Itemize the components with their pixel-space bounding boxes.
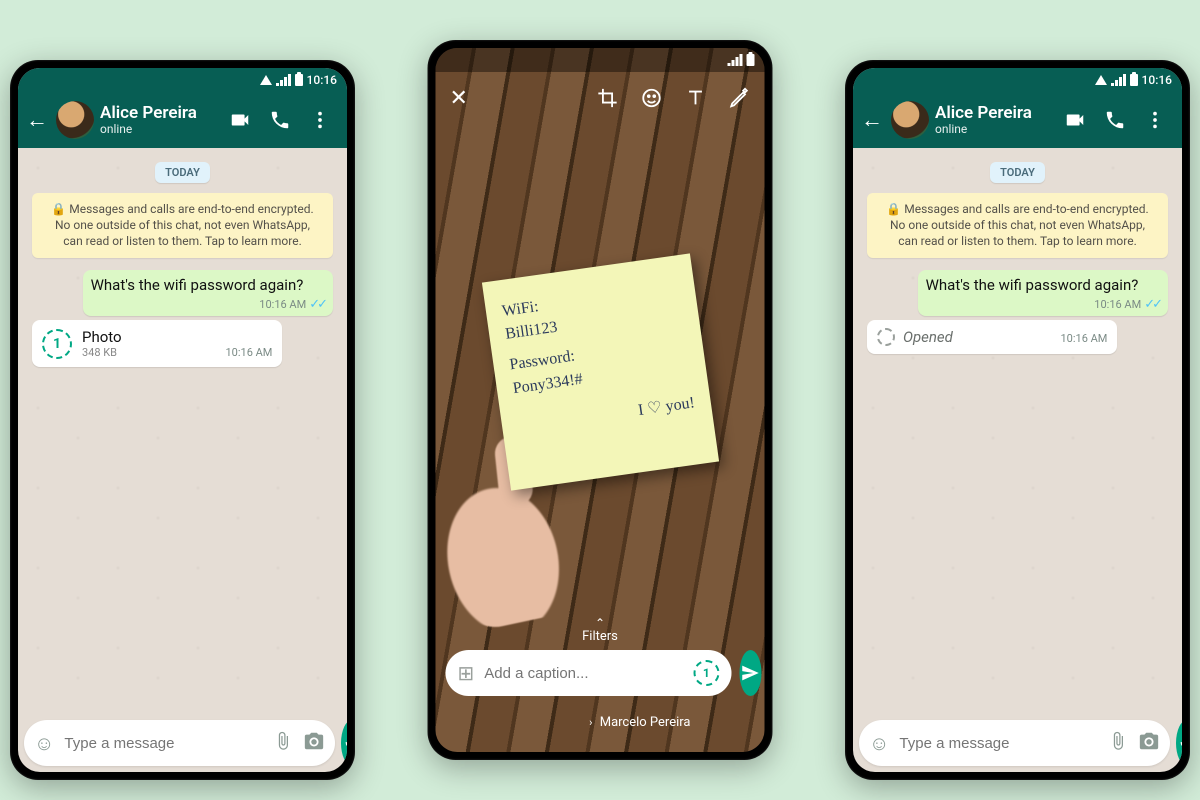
message-input[interactable]	[899, 735, 1098, 752]
filters-handle[interactable]: ⌃ Filters	[436, 617, 765, 644]
camera-icon[interactable]	[1138, 730, 1160, 757]
note-line-5: I ♡ you!	[516, 391, 695, 439]
caption-pill[interactable]: ⊞ 1	[446, 650, 732, 696]
viewonce-toggle[interactable]: 1	[693, 660, 719, 686]
viewonce-icon: 1	[42, 329, 72, 359]
sticky-note: WiFi: Billi123 Password: Pony334!# I ♡ y…	[481, 253, 718, 490]
video-call-icon[interactable]	[1064, 109, 1086, 131]
viewonce-photo-message[interactable]: 1 Photo 348 KB 10:16 AM	[32, 320, 282, 367]
close-icon[interactable]: ✕	[450, 86, 468, 111]
sticker-icon[interactable]	[641, 87, 663, 109]
message-text: What's the wifi password again?	[91, 276, 325, 296]
video-call-icon[interactable]	[229, 109, 251, 131]
viewonce-opened-message[interactable]: Opened 10:16 AM	[867, 320, 1117, 354]
read-ticks-icon: ✓✓	[1144, 297, 1160, 312]
caption-bar: ⊞ 1	[446, 650, 755, 696]
back-icon[interactable]: ←	[859, 107, 885, 133]
e2e-notice[interactable]: 🔒 Messages and calls are end-to-end encr…	[867, 193, 1168, 258]
screen-left: 10:16 ← Alice Pereira online TODAY 🔒 Mes…	[18, 68, 347, 772]
camera-icon[interactable]	[303, 730, 325, 757]
mic-button[interactable]	[341, 720, 347, 766]
input-bar: ☺	[24, 720, 341, 766]
back-icon[interactable]: ←	[24, 107, 50, 133]
battery-icon	[747, 54, 755, 66]
viewonce-opened-icon	[877, 328, 895, 346]
photo-time: 10:16 AM	[225, 346, 272, 359]
chat-body: TODAY 🔒 Messages and calls are end-to-en…	[853, 148, 1182, 720]
contact-name: Alice Pereira	[100, 104, 223, 123]
day-chip: TODAY	[990, 162, 1045, 183]
day-chip: TODAY	[155, 162, 210, 183]
input-bar: ☺	[859, 720, 1176, 766]
signal-icon	[728, 54, 743, 66]
opened-time: 10:16 AM	[1060, 332, 1107, 345]
attach-icon[interactable]	[273, 731, 293, 756]
avatar[interactable]	[56, 101, 94, 139]
recipient-row[interactable]: › Marcelo Pereira	[436, 715, 765, 730]
contact-name: Alice Pereira	[935, 104, 1058, 123]
header-text[interactable]: Alice Pereira online	[100, 104, 223, 136]
more-icon[interactable]	[1144, 109, 1166, 131]
signal-icon	[1111, 74, 1126, 86]
presence: online	[100, 123, 223, 136]
status-bar: 10:16	[18, 68, 347, 92]
header-text[interactable]: Alice Pereira online	[935, 104, 1058, 136]
phone-right: 10:16 ← Alice Pereira online TODAY 🔒 Mes…	[845, 60, 1190, 780]
emoji-icon[interactable]: ☺	[869, 731, 889, 756]
read-ticks-icon: ✓✓	[309, 297, 325, 312]
voice-call-icon[interactable]	[1104, 109, 1126, 131]
wifi-icon	[1095, 75, 1107, 85]
chat-header: ← Alice Pereira online	[853, 92, 1182, 148]
message-time: 10:16 AM	[1094, 298, 1141, 311]
battery-icon	[1130, 74, 1138, 86]
photo-size: 348 KB	[82, 346, 122, 359]
message-input-pill[interactable]: ☺	[859, 720, 1170, 766]
presence: online	[935, 123, 1058, 136]
screen-right: 10:16 ← Alice Pereira online TODAY 🔒 Mes…	[853, 68, 1182, 772]
filters-label: Filters	[582, 629, 618, 644]
text-icon[interactable]	[685, 87, 707, 109]
emoji-icon[interactable]: ☺	[34, 731, 54, 756]
chevron-right-icon: ›	[589, 716, 592, 729]
mic-button[interactable]	[1176, 720, 1182, 766]
outgoing-message[interactable]: What's the wifi password again? 10:16 AM…	[83, 270, 333, 317]
status-bar: 10:16	[853, 68, 1182, 92]
signal-icon	[276, 74, 291, 86]
chevron-up-icon: ⌃	[436, 617, 765, 629]
message-time: 10:16 AM	[259, 298, 306, 311]
crop-icon[interactable]	[597, 87, 619, 109]
caption-input[interactable]	[484, 665, 683, 682]
editor-toolbar: ✕	[436, 76, 765, 120]
clock: 10:16	[1142, 73, 1172, 87]
attach-icon[interactable]	[1108, 731, 1128, 756]
message-input-pill[interactable]: ☺	[24, 720, 335, 766]
message-input[interactable]	[64, 735, 263, 752]
opened-label: Opened	[903, 328, 953, 346]
phone-left: 10:16 ← Alice Pereira online TODAY 🔒 Mes…	[10, 60, 355, 780]
screen-middle: WiFi: Billi123 Password: Pony334!# I ♡ y…	[436, 48, 765, 752]
chat-body: TODAY 🔒 Messages and calls are end-to-en…	[18, 148, 347, 720]
avatar[interactable]	[891, 101, 929, 139]
clock: 10:16	[307, 73, 337, 87]
add-media-icon[interactable]: ⊞	[458, 661, 475, 685]
e2e-notice[interactable]: 🔒 Messages and calls are end-to-end encr…	[32, 193, 333, 258]
voice-call-icon[interactable]	[269, 109, 291, 131]
photo-label: Photo	[82, 328, 122, 346]
draw-icon[interactable]	[729, 87, 751, 109]
send-button[interactable]	[739, 650, 761, 696]
battery-icon	[295, 74, 303, 86]
status-bar-dark	[436, 48, 765, 72]
wifi-icon	[260, 75, 272, 85]
phone-middle: WiFi: Billi123 Password: Pony334!# I ♡ y…	[428, 40, 773, 760]
recipient-name: Marcelo Pereira	[600, 715, 691, 730]
chat-header: ← Alice Pereira online	[18, 92, 347, 148]
more-icon[interactable]	[309, 109, 331, 131]
message-text: What's the wifi password again?	[926, 276, 1160, 296]
outgoing-message[interactable]: What's the wifi password again? 10:16 AM…	[918, 270, 1168, 317]
